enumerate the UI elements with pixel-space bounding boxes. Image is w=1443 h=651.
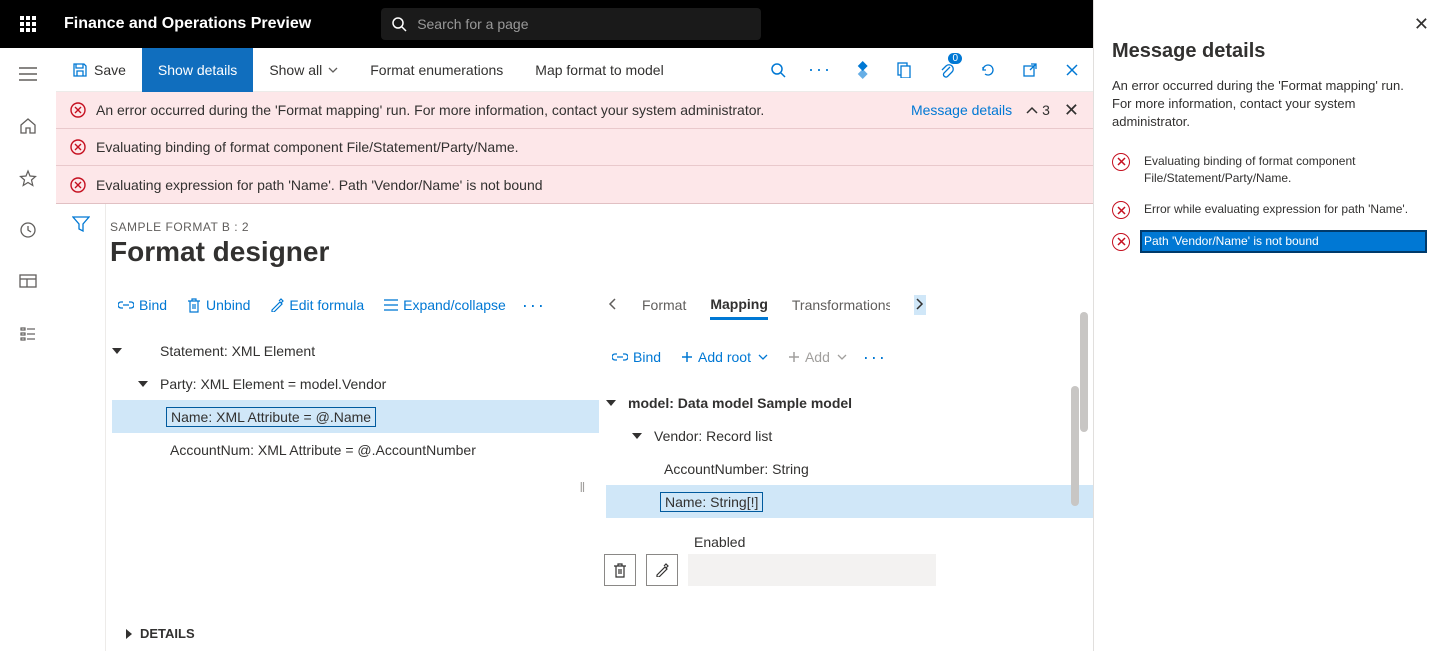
banner-text: Evaluating expression for path 'Name'. P… (96, 177, 543, 193)
tree-node[interactable]: AccountNum: XML Attribute = @.AccountNum… (112, 433, 599, 466)
details-label: DETAILS (140, 626, 195, 641)
add-button: Add (784, 347, 851, 367)
tree-node[interactable]: model: Data model Sample model (606, 386, 1093, 419)
bind-button[interactable]: Bind (114, 295, 171, 315)
message-item[interactable]: Error while evaluating expression for pa… (1112, 194, 1425, 225)
error-icon (70, 102, 86, 118)
chevron-down-icon (328, 67, 338, 73)
error-icon (70, 177, 86, 193)
expand-collapse-button[interactable]: Expand/collapse (380, 295, 510, 315)
property-label: Enabled (694, 534, 1093, 550)
error-banner-1: An error occurred during the 'Format map… (56, 92, 1093, 129)
chevron-right-icon[interactable] (126, 629, 132, 639)
tab-format[interactable]: Format (642, 292, 686, 318)
chevron-down-icon[interactable] (138, 381, 148, 387)
show-all-label: Show all (269, 62, 322, 78)
attachments-icon[interactable]: 0 (925, 48, 967, 92)
format-enumerations-button[interactable]: Format enumerations (354, 48, 519, 92)
tree-node[interactable]: Party: XML Element = model.Vendor (112, 367, 599, 400)
message-text: Error while evaluating expression for pa… (1142, 200, 1425, 219)
error-banners: An error occurred during the 'Format map… (56, 92, 1093, 204)
tree-node-selected[interactable]: Name: String[!] (606, 485, 1093, 518)
search-records-icon[interactable] (757, 48, 799, 92)
error-banner-2: Evaluating binding of format component F… (56, 129, 1093, 166)
refresh-icon[interactable] (967, 48, 1009, 92)
clock-icon[interactable] (0, 204, 56, 256)
popout-icon[interactable] (1009, 48, 1051, 92)
banner-text: An error occurred during the 'Format map… (96, 102, 764, 118)
enabled-field[interactable] (688, 554, 936, 586)
panel-description: An error occurred during the 'Format map… (1112, 77, 1425, 132)
format-tree-pane: Bind Unbind Edit formula Expand/collapse… (106, 288, 599, 616)
search-field[interactable] (417, 16, 751, 32)
mapping-pane: Format Mapping Transformations Bind Add … (599, 288, 1093, 616)
error-icon (1112, 233, 1130, 251)
home-icon[interactable] (0, 100, 56, 152)
message-item-selected[interactable]: Path 'Vendor/Name' is not bound (1112, 226, 1425, 257)
tab-transformations[interactable]: Transformations (792, 292, 890, 318)
add-root-button[interactable]: Add root (677, 347, 772, 367)
show-all-button[interactable]: Show all (253, 48, 354, 92)
close-icon[interactable] (1051, 48, 1093, 92)
chevron-down-icon[interactable] (112, 348, 122, 354)
banner-close-icon[interactable]: ✕ (1064, 100, 1079, 121)
tab-mapping[interactable]: Mapping (710, 291, 768, 320)
left-more-icon[interactable]: ··· (522, 295, 546, 316)
waffle-icon[interactable] (0, 0, 56, 48)
designer: SAMPLE FORMAT B : 2 Format designer Bind… (56, 204, 1093, 651)
panel-title: Message details (1112, 40, 1425, 63)
diamond-icon[interactable] (841, 48, 883, 92)
banner-text: Evaluating binding of format component F… (96, 139, 519, 155)
suite-title: Finance and Operations Preview (64, 15, 311, 33)
tree-node-selected[interactable]: Name: XML Attribute = @.Name (112, 400, 599, 433)
page-title: Format designer (110, 236, 1093, 268)
right-more-icon[interactable]: ··· (863, 347, 887, 368)
scrollbar[interactable] (1071, 386, 1079, 526)
edit-icon[interactable] (646, 554, 678, 586)
message-text: Path 'Vendor/Name' is not bound (1142, 232, 1425, 251)
tree-node[interactable]: Statement: XML Element (112, 334, 599, 367)
filter-icon[interactable] (56, 204, 106, 651)
workspace-icon[interactable] (0, 256, 56, 308)
edit-formula-button[interactable]: Edit formula (266, 295, 368, 315)
star-icon[interactable] (0, 152, 56, 204)
tabs-prev-icon[interactable] (606, 295, 618, 315)
show-details-button[interactable]: Show details (142, 48, 253, 92)
search-icon (391, 16, 407, 32)
error-icon (1112, 153, 1130, 171)
breadcrumb: SAMPLE FORMAT B : 2 (110, 220, 1093, 234)
nav-rail (0, 48, 56, 651)
unbind-button[interactable]: Unbind (183, 295, 254, 315)
save-label: Save (94, 62, 126, 78)
message-text: Evaluating binding of format component F… (1142, 152, 1425, 189)
message-details-panel: ✕ Message details An error occurred duri… (1093, 0, 1443, 651)
tabs-next-icon[interactable] (914, 295, 926, 315)
main-area: Save Show details Show all Format enumer… (56, 48, 1093, 651)
more-icon[interactable]: ··· (799, 48, 841, 92)
action-pane: Save Show details Show all Format enumer… (56, 48, 1093, 92)
hamburger-icon[interactable] (0, 48, 56, 100)
map-format-button[interactable]: Map format to model (519, 48, 679, 92)
search-input[interactable] (381, 8, 761, 40)
message-details-link[interactable]: Message details (911, 102, 1012, 118)
page-icon[interactable] (883, 48, 925, 92)
error-banner-3: Evaluating expression for path 'Name'. P… (56, 166, 1093, 203)
collapse-count[interactable]: 3 (1026, 102, 1050, 118)
delete-icon[interactable] (604, 554, 636, 586)
splitter-handle[interactable]: ǁ (580, 479, 586, 495)
details-section[interactable]: DETAILS (106, 616, 1093, 651)
attachments-count: 0 (948, 53, 962, 64)
error-icon (1112, 201, 1130, 219)
close-icon[interactable]: ✕ (1414, 14, 1429, 35)
tree-node[interactable]: AccountNumber: String (606, 452, 1093, 485)
modules-icon[interactable] (0, 308, 56, 360)
message-list: Evaluating binding of format component F… (1112, 146, 1425, 258)
bind-right-button[interactable]: Bind (608, 347, 665, 367)
chevron-down-icon[interactable] (606, 400, 616, 406)
save-button[interactable]: Save (56, 48, 142, 92)
error-icon (70, 139, 86, 155)
chevron-down-icon[interactable] (632, 433, 642, 439)
tree-node[interactable]: Vendor: Record list (606, 419, 1093, 452)
message-item[interactable]: Evaluating binding of format component F… (1112, 146, 1425, 195)
